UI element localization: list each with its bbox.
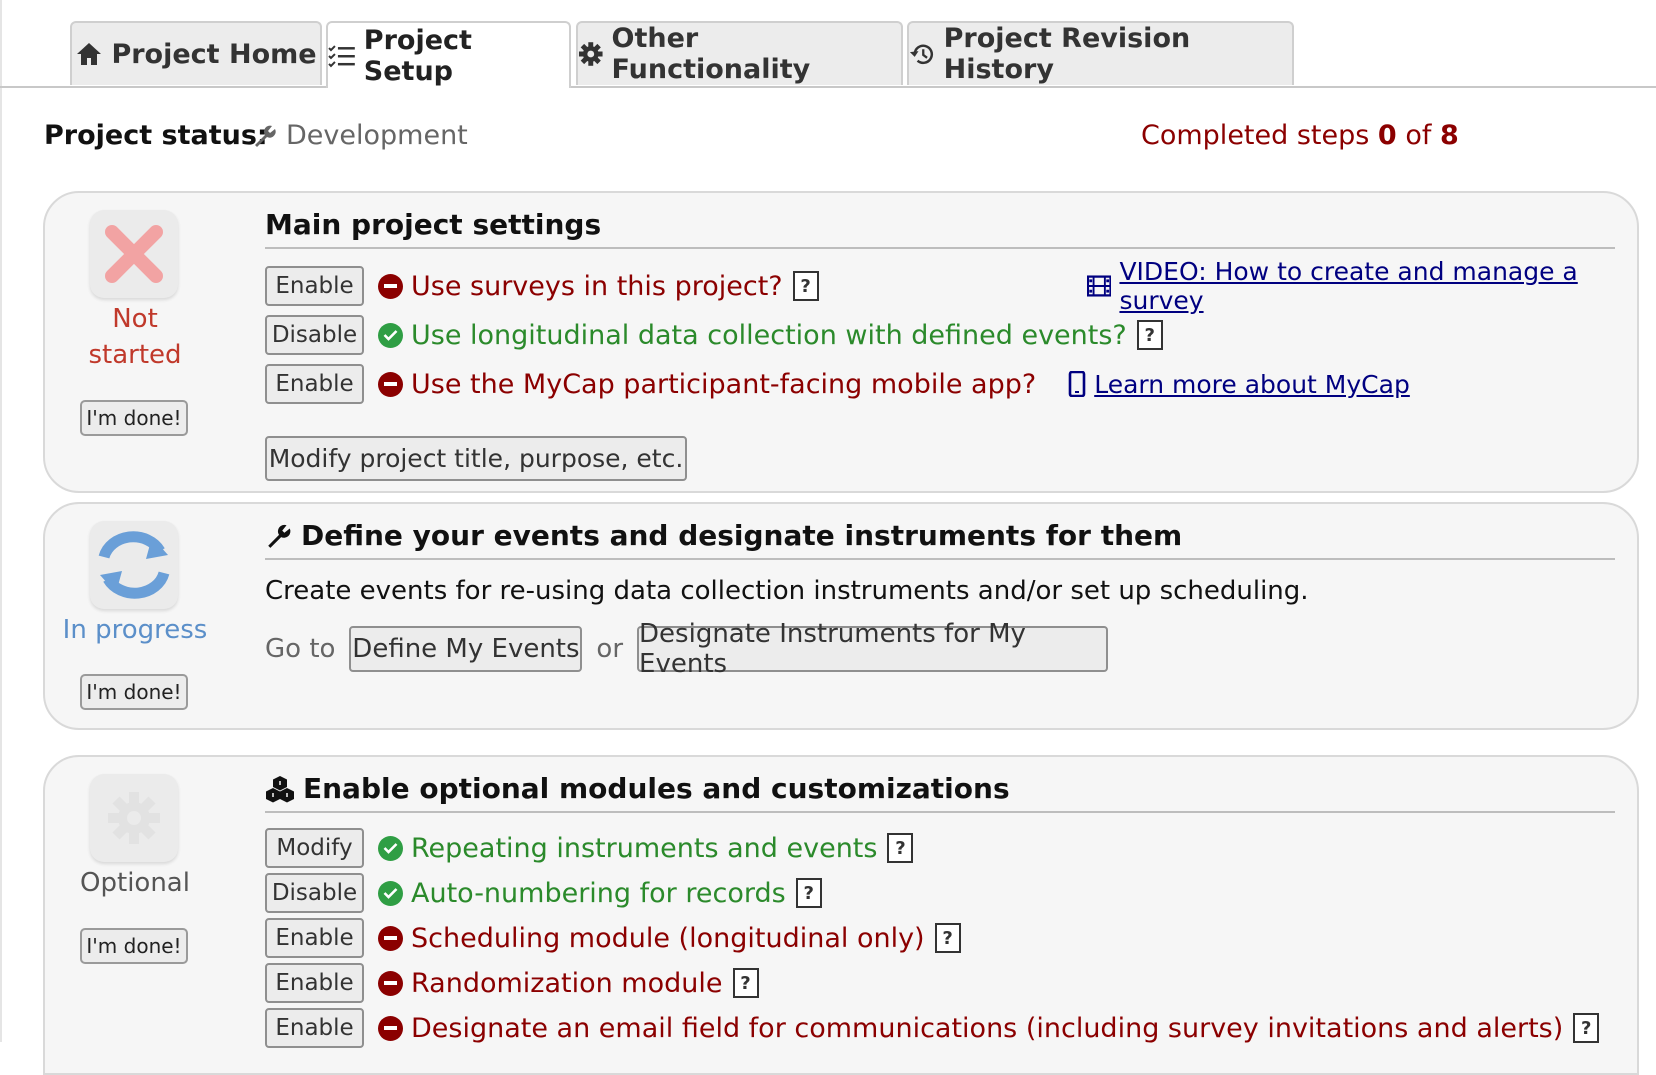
- or-label: or: [596, 634, 624, 664]
- tab-project-revision-history[interactable]: Project Revision History: [907, 21, 1294, 85]
- step-optional-modules: Optional I'm done! Enable optional modul…: [43, 755, 1639, 1075]
- modify-project-title-button[interactable]: Modify project title, purpose, etc.: [265, 436, 687, 481]
- step-title-text: Main project settings: [265, 208, 602, 241]
- mobile-phone-icon: [1068, 371, 1086, 397]
- home-icon: [77, 43, 102, 65]
- tab-project-setup[interactable]: Project Setup: [326, 21, 571, 88]
- completed-count: 0: [1377, 120, 1397, 151]
- help-button[interactable]: ?: [795, 878, 822, 908]
- learn-more-mycap-link[interactable]: Learn more about MyCap: [1094, 370, 1410, 399]
- step-description: Create events for re-using data collecti…: [265, 576, 1309, 606]
- module-text: Repeating instruments and events: [411, 832, 878, 864]
- disabled-icon: [378, 1015, 403, 1041]
- enabled-check-icon: [378, 835, 403, 861]
- enable-surveys-button[interactable]: Enable: [265, 266, 364, 306]
- module-text: Randomization module: [411, 967, 723, 999]
- status-not: Not: [112, 304, 158, 334]
- module-row-email-field: Enable Designate an email field for comm…: [265, 1008, 1600, 1048]
- help-button[interactable]: ?: [1573, 1013, 1600, 1043]
- help-button[interactable]: ?: [934, 923, 961, 953]
- disabled-icon: [378, 371, 403, 397]
- step-main-project-settings: Not started I'm done! Main project setti…: [43, 191, 1639, 493]
- disabled-icon: [378, 925, 403, 951]
- enabled-check-icon: [378, 880, 403, 906]
- video-survey-link[interactable]: VIDEO: How to create and manage a survey: [1119, 257, 1637, 315]
- module-row-scheduling: Enable Scheduling module (longitudinal o…: [265, 918, 961, 958]
- film-icon: [1087, 275, 1112, 297]
- help-button[interactable]: ?: [1136, 320, 1163, 350]
- step-title: Define your events and designate instrum…: [265, 519, 1615, 560]
- module-row-autonumbering: Disable Auto-numbering for records ?: [265, 873, 822, 913]
- setting-text: Use the MyCap participant-facing mobile …: [411, 368, 1037, 400]
- enable-randomization-button[interactable]: Enable: [265, 963, 364, 1003]
- step-title-text: Define your events and designate instrum…: [301, 519, 1183, 552]
- status-text: Development: [286, 120, 468, 151]
- setting-row-mycap: Enable Use the MyCap participant-facing …: [265, 364, 1410, 404]
- setting-row-surveys: Enable Use surveys in this project? ?: [265, 266, 819, 306]
- gear-icon: [578, 42, 603, 66]
- disable-longitudinal-button[interactable]: Disable: [265, 315, 364, 355]
- project-status-label: Project status:: [44, 120, 268, 151]
- help-button[interactable]: ?: [887, 833, 914, 863]
- im-done-button[interactable]: I'm done!: [80, 400, 188, 436]
- disabled-icon: [378, 970, 403, 996]
- tab-label: Project Setup: [363, 24, 472, 87]
- disabled-icon: [378, 273, 403, 299]
- tab-label: Project Home: [111, 38, 317, 70]
- tab-label: Project Revision History: [943, 23, 1191, 85]
- enable-scheduling-button[interactable]: Enable: [265, 918, 364, 958]
- left-border: [0, 0, 2, 1042]
- completed-total: 8: [1439, 120, 1459, 151]
- tab-bar: Project Home Project Setup Other Functio…: [0, 0, 1656, 88]
- module-row-randomization: Enable Randomization module ?: [265, 963, 759, 1003]
- setting-row-longitudinal: Disable Use longitudinal data collection…: [265, 315, 1163, 355]
- tab-other-functionality[interactable]: Other Functionality: [576, 21, 903, 85]
- checklist-icon: [328, 44, 355, 67]
- enable-email-field-button[interactable]: Enable: [265, 1008, 364, 1048]
- history-icon: [909, 44, 934, 65]
- setting-text: Use surveys in this project?: [411, 270, 783, 302]
- module-text: Scheduling module (longitudinal only): [411, 922, 925, 954]
- designate-instruments-button[interactable]: Designate Instruments for My Events: [637, 619, 1109, 679]
- cubes-icon: [266, 775, 294, 802]
- enable-mycap-button[interactable]: Enable: [265, 364, 364, 404]
- goto-label: Go to: [265, 634, 336, 664]
- completed-prefix: Completed steps: [1141, 120, 1370, 151]
- step-title-text: Enable optional modules and customizatio…: [303, 772, 1010, 805]
- step-status: Optional: [80, 868, 190, 898]
- help-button[interactable]: ?: [732, 968, 759, 998]
- disable-autonumbering-button[interactable]: Disable: [265, 873, 364, 913]
- step-title: Main project settings: [265, 208, 1615, 249]
- module-text: Auto-numbering for records: [411, 877, 786, 909]
- help-button[interactable]: ?: [792, 271, 819, 301]
- project-status-value: Development: [252, 120, 468, 151]
- wrench-icon: [268, 524, 291, 548]
- modify-repeating-button[interactable]: Modify: [265, 828, 364, 868]
- im-done-button[interactable]: I'm done!: [80, 928, 188, 964]
- define-my-events-button[interactable]: Define My Events: [349, 626, 583, 672]
- im-done-button[interactable]: I'm done!: [80, 674, 188, 710]
- not-started-icon: [90, 210, 178, 298]
- module-text: Designate an email field for communicati…: [411, 1012, 1564, 1044]
- module-row-repeating: Modify Repeating instruments and events …: [265, 828, 914, 868]
- status-started: started: [88, 340, 182, 370]
- completed-steps: Completed steps 0 of 8: [1141, 120, 1459, 151]
- goto-row: Go to Define My Events or Designate Inst…: [265, 619, 1109, 679]
- step-title: Enable optional modules and customizatio…: [265, 772, 1615, 813]
- tab-project-home[interactable]: Project Home: [70, 21, 322, 85]
- enabled-check-icon: [378, 322, 403, 348]
- video-link-row: VIDEO: How to create and manage a survey: [1087, 257, 1637, 315]
- wrench-icon: [255, 125, 276, 147]
- optional-gear-icon: [90, 774, 178, 862]
- step-status: Not started: [45, 301, 225, 373]
- setting-text: Use longitudinal data collection with de…: [411, 319, 1127, 351]
- project-status-row: Project status: Development Completed st…: [44, 116, 1656, 160]
- in-progress-icon: [90, 521, 178, 609]
- step-status: In progress: [62, 615, 208, 645]
- step-define-events: In progress I'm done! Define your events…: [43, 502, 1639, 730]
- tab-label: Other Functionality: [611, 23, 811, 85]
- completed-of: of: [1405, 120, 1432, 151]
